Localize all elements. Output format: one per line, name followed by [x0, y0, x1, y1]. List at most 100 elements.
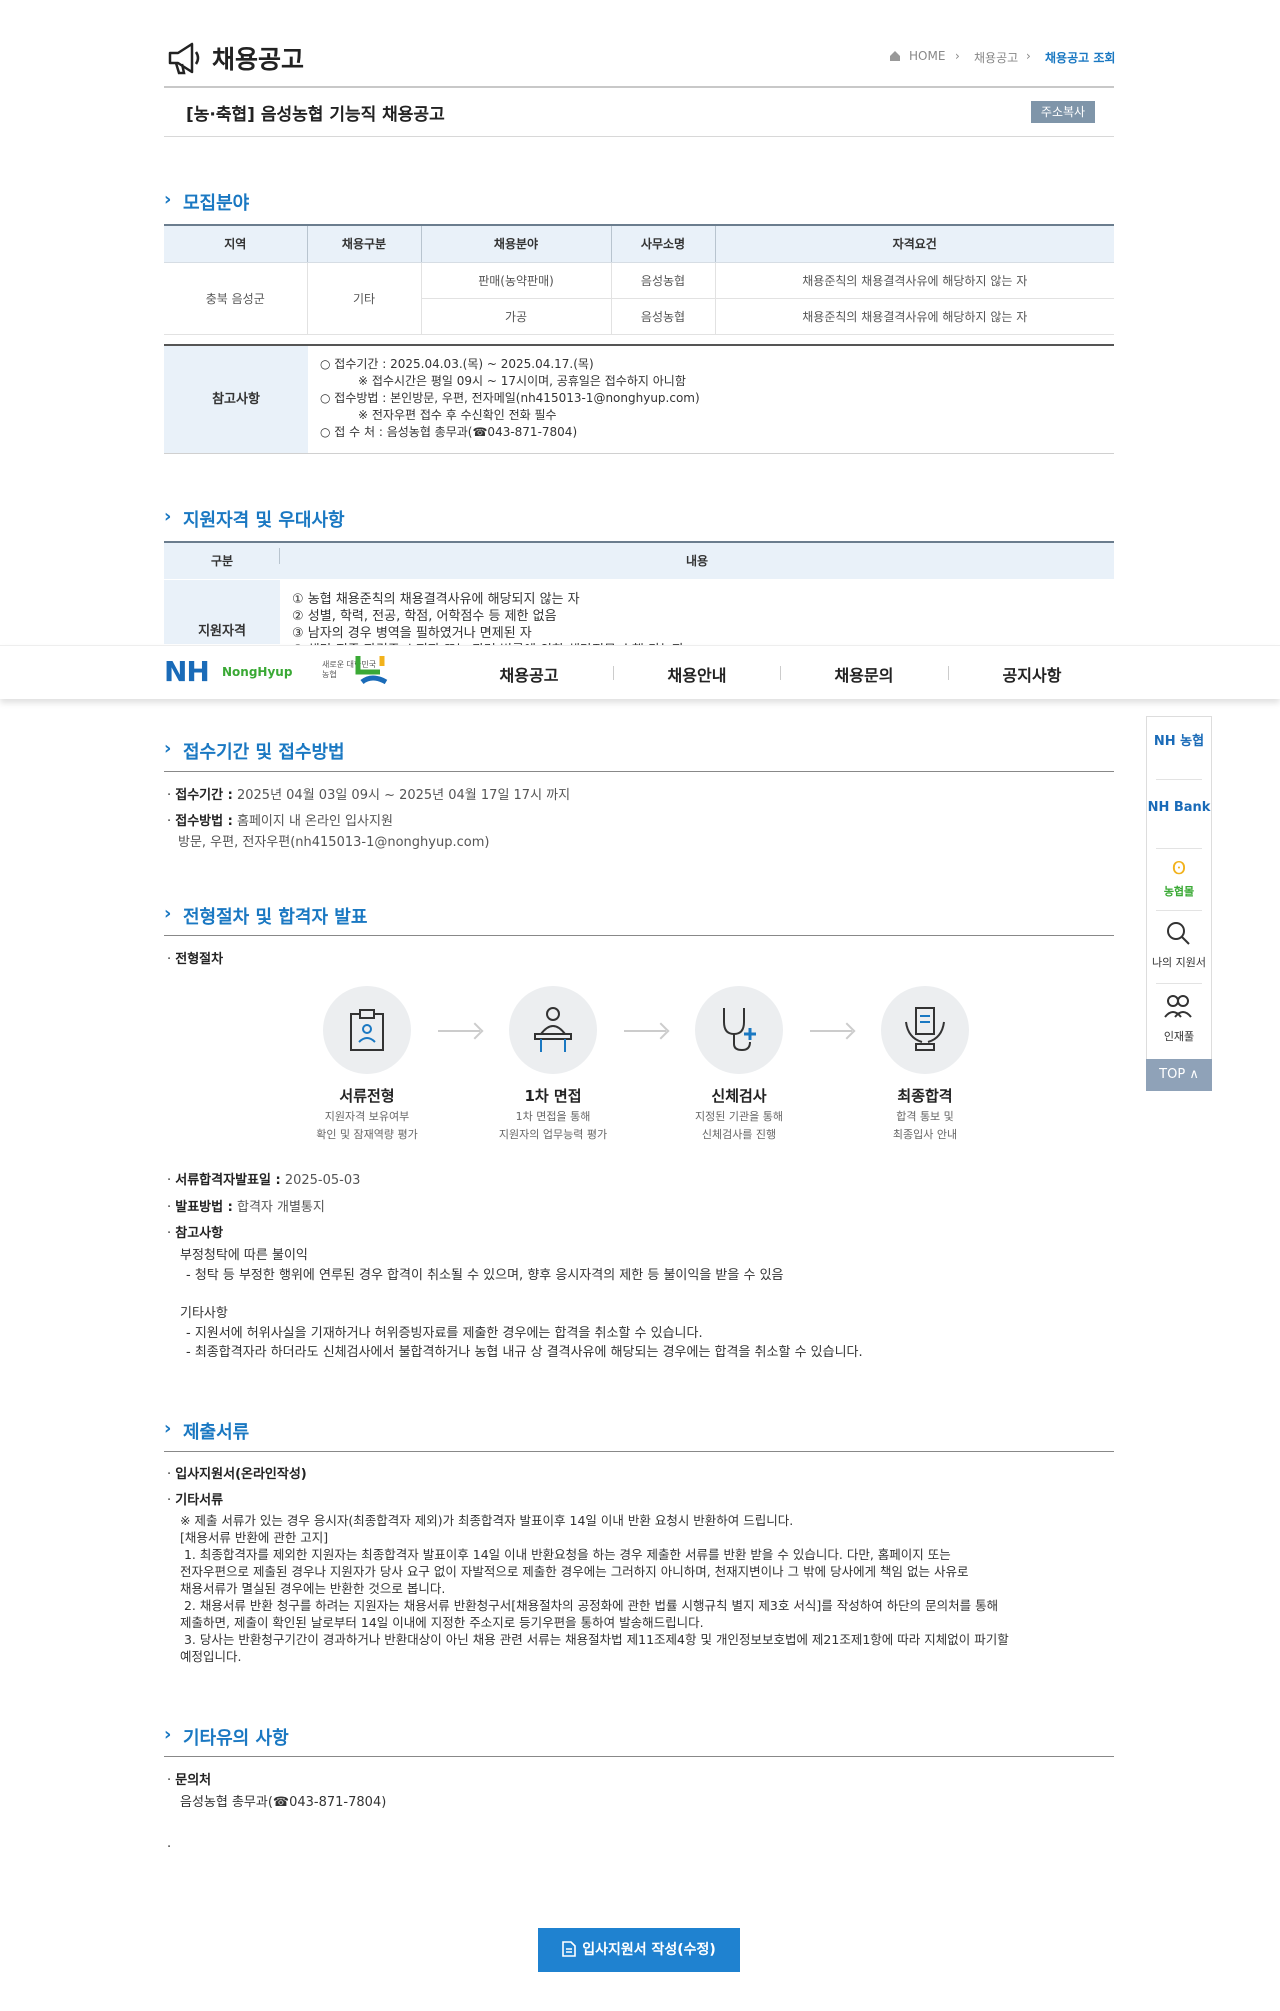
column-header: 사무소명 [610, 224, 715, 263]
arrow-right-icon [810, 1030, 852, 1032]
arrow-right-icon [624, 1030, 666, 1032]
column-header: 자격요건 [714, 224, 1114, 263]
region-cell: 충북 음성군 [164, 262, 307, 335]
period-label: 접수기간 : [175, 788, 233, 803]
apply-button-label: 입사지원서 작성(수정) [582, 1942, 716, 1958]
document-icon [562, 1941, 577, 1957]
section-title-period: 접수기간 및 접수방법 [183, 742, 345, 763]
column-header: 구분 [210, 554, 234, 568]
chevron-right-icon: › [164, 738, 172, 759]
section-title-process: 전형절차 및 합격자 발표 [183, 907, 368, 928]
doc-item-row: · 기타서류 [167, 1489, 223, 1508]
breadcrumb-recruit[interactable]: 채용공고 [974, 49, 1018, 66]
step-name: 1차 면접 [524, 1087, 582, 1105]
divider [1156, 779, 1202, 780]
note-line: ※ 접수시간은 평일 09시 ~ 17시이며, 공휴일은 접수하지 아니함 [358, 374, 686, 388]
ref-line: 기타사항 [180, 1306, 228, 1321]
breadcrumb-separator: › [1026, 49, 1031, 63]
office-cell: 음성농협 [610, 298, 715, 335]
step-name: 서류전형 [339, 1087, 395, 1105]
doc-pass-row: · 서류합격자발표일 : 2025-05-03 [167, 1169, 360, 1188]
section-title-etc: 기타유의 사항 [183, 1728, 289, 1749]
arrow-right-icon [438, 1030, 480, 1032]
notice-title: [농·축협] 음성농협 기능직 채용공고 [186, 105, 445, 125]
ref-line: - 최종합격자라 하더라도 신체검사에서 불합격하거나 농협 내규 상 결격사유… [186, 1345, 863, 1360]
breadcrumb-home[interactable]: HOME [909, 49, 945, 63]
column-header: 채용분야 [420, 224, 611, 263]
note-line: ○ 접수방법 : 본인방문, 우편, 전자메일(nh415013-1@nongh… [320, 391, 700, 405]
doc-line: 3. 당사는 반환청구기간이 경과하거나 반환대상이 아닌 채용 관련 서류는 … [180, 1632, 1009, 1647]
divider [1156, 910, 1202, 911]
note-line: ○ 접 수 처 : 음성농협 총무과(☎043-871-7804) [320, 425, 578, 439]
ref-line: - 지원서에 허위사실을 기재하거나 허위증빙자료를 제출한 경우에는 합격을 … [186, 1326, 703, 1341]
field-cell: 판매(농약판매) [420, 262, 611, 299]
step-desc: 확인 및 잠재역량 평가 [316, 1128, 418, 1141]
doc-pass-label: 서류합격자발표일 : [175, 1173, 281, 1188]
step-desc: 최종입사 안내 [892, 1128, 958, 1141]
ref-label: 참고사항 [175, 1226, 224, 1241]
quick-nh-nonghyup[interactable]: NH 농협 [1146, 730, 1212, 749]
step-desc: 지정된 기관을 통해 [695, 1110, 783, 1123]
section-divider [164, 935, 1114, 936]
chevron-right-icon: › [164, 1724, 172, 1745]
ref-line: - 청탁 등 부정한 행위에 연루된 경우 합격이 취소될 수 있으며, 향후 … [186, 1268, 784, 1283]
interview-icon [534, 1007, 572, 1052]
quick-talent-pool[interactable]: 인재풀 [1146, 1028, 1212, 1044]
step-desc: 지원자격 보유여부 [324, 1110, 410, 1123]
nh-logo-sub: NongHyup [222, 665, 293, 679]
copy-url-button[interactable]: 주소복사 [1031, 101, 1095, 123]
nh-logo[interactable]: NH [164, 655, 210, 688]
chevron-right-icon: › [164, 903, 172, 924]
column-header: 내용 [685, 554, 709, 568]
column-header: 지역 [164, 224, 307, 263]
doc-item-2: 기타서류 [175, 1493, 224, 1508]
nav-inquiry[interactable]: 채용문의 [780, 662, 948, 686]
period-value: 2025년 04월 03일 09시 ~ 2025년 04월 17일 17시 까지 [236, 788, 571, 803]
megaphone-icon [168, 42, 200, 75]
doc-item-1: 입사지원서(온라인작성) [175, 1467, 307, 1482]
divider [1156, 983, 1202, 984]
step-name: 신체검사 [711, 1087, 767, 1105]
qualification-cell: 채용준칙의 채용결격사유에 해당하지 않는 자 [714, 262, 1114, 299]
contact-row: · 문의처 [167, 1769, 211, 1788]
process-subtitle: 전형절차 [175, 952, 224, 967]
breadcrumb-separator: › [955, 49, 960, 63]
quick-nh-mall[interactable]: 농협몰 [1146, 883, 1212, 899]
nav-guide[interactable]: 채용안내 [613, 662, 781, 686]
section-divider [164, 771, 1114, 772]
note-line: ※ 전자우편 접수 후 수신확인 전화 필수 [358, 408, 557, 422]
section-title-documents: 제출서류 [183, 1422, 250, 1443]
title-divider [164, 86, 1114, 88]
divider [1156, 848, 1202, 849]
process-subtitle-row: · 전형절차 [167, 948, 223, 967]
apply-form-button[interactable]: 입사지원서 작성(수정) [538, 1928, 740, 1972]
note-line: ○ 접수기간 : 2025.04.03.(목) ~ 2025.04.17.(목) [320, 357, 594, 371]
chevron-right-icon: › [164, 506, 172, 527]
stethoscope-icon [723, 1008, 756, 1052]
section-title-recruit: 모집분야 [183, 193, 250, 214]
table-row: 충북 음성군 기타 판매(농약판매) 음성농협 채용준칙의 채용결격사유에 해당… [164, 262, 1114, 335]
top-button[interactable]: TOP ∧ [1146, 1059, 1212, 1091]
row-label: 지원자격 [164, 580, 280, 644]
quick-my-application[interactable]: 나의 지원서 [1146, 954, 1212, 970]
method-label: 접수방법 : [175, 814, 233, 829]
recruit-table: 지역 채용구분 채용분야 사무소명 자격요건 충북 음성군 기타 판매(농약판매… [164, 224, 1114, 335]
chevron-up-icon: ∧ [1189, 1067, 1199, 1082]
section-divider [164, 1451, 1114, 1452]
breadcrumb-current: 채용공고 조회 [1045, 51, 1116, 65]
doc-pass-value: 2025-05-03 [284, 1173, 361, 1188]
nav-notice[interactable]: 공지사항 [948, 662, 1116, 686]
method-extra: 방문, 우편, 전자우편(nh415013-1@nonghyup.com) [178, 835, 490, 850]
nav-recruit[interactable]: 채용공고 [445, 662, 613, 686]
step-desc: 지원자의 업무능력 평가 [498, 1128, 608, 1141]
doc-line: 예정입니다. [180, 1649, 242, 1664]
top-label: TOP [1159, 1067, 1186, 1082]
home-icon [890, 51, 900, 61]
column-header: 채용구분 [306, 224, 421, 263]
quick-nh-bank[interactable]: NH Bank [1146, 800, 1212, 815]
period-row: · 접수기간 : 2025년 04월 03일 09시 ~ 2025년 04월 1… [167, 784, 570, 803]
step-name: 최종합격 [897, 1087, 953, 1105]
doc-item-row: · 입사지원서(온라인작성) [167, 1463, 307, 1482]
section-title-qualification: 지원자격 및 우대사항 [183, 510, 345, 531]
people-icon [1164, 995, 1192, 1018]
